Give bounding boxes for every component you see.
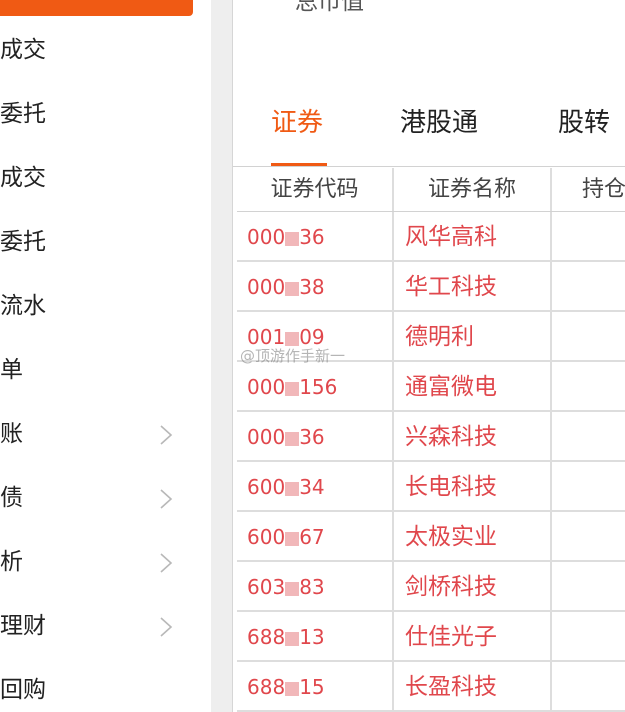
tab-hk-connect[interactable]: 港股通	[400, 106, 478, 140]
redaction	[285, 381, 300, 396]
holding-cell	[552, 562, 625, 610]
sidebar-item-label: 单	[0, 357, 23, 383]
sidebar-item-flow[interactable]: 流水	[0, 274, 211, 338]
sidebar-item-label: 流水	[0, 293, 46, 319]
tab-share-transfer[interactable]: 股转	[558, 106, 610, 140]
security-code: 600 67	[237, 512, 394, 560]
table-header: 证券代码 证券名称 持仓	[237, 168, 625, 212]
sidebar-item-label: 成交	[0, 165, 46, 191]
security-code: 000 156	[237, 362, 394, 410]
sidebar: 成交 委托 成交 委托 流水 单 账 债 析 理财 回购	[0, 0, 211, 712]
sidebar-item-label: 债	[0, 485, 23, 511]
table-row[interactable]: 000 36 风华高科	[237, 212, 625, 262]
holding-cell	[552, 212, 625, 260]
holding-cell	[552, 412, 625, 460]
security-name: 长电科技	[394, 462, 552, 510]
sidebar-divider	[211, 0, 232, 712]
security-name: 仕佳光子	[394, 612, 552, 660]
security-name: 风华高科	[394, 212, 552, 260]
sidebar-item-history-orders[interactable]: 委托	[0, 210, 211, 274]
table-row[interactable]: 688 13 仕佳光子	[237, 612, 625, 662]
table-row[interactable]: 001 09 德明利	[237, 312, 625, 362]
tab-securities[interactable]: 证券	[271, 106, 323, 140]
security-code: 000 36	[237, 412, 394, 460]
security-code: 688 13	[237, 612, 394, 660]
table-row[interactable]: 603 83 剑桥科技	[237, 562, 625, 612]
security-code: 000 36	[237, 212, 394, 260]
sidebar-item-statement[interactable]: 单	[0, 338, 211, 402]
holding-cell	[552, 512, 625, 560]
redaction	[285, 481, 300, 496]
chevron-right-icon	[160, 489, 173, 509]
sidebar-item-label: 账	[0, 421, 23, 447]
security-code: 000 38	[237, 262, 394, 310]
security-name: 长盈科技	[394, 662, 552, 710]
holding-cell	[552, 462, 625, 510]
redaction	[285, 681, 300, 696]
security-code: 688 15	[237, 662, 394, 710]
sidebar-item-bonds[interactable]: 债	[0, 466, 211, 530]
table-row[interactable]: 000 36 兴森科技	[237, 412, 625, 462]
chevron-right-icon	[160, 425, 173, 445]
holding-cell	[552, 662, 625, 710]
sidebar-item-wealth[interactable]: 理财	[0, 594, 211, 658]
holding-cell	[552, 612, 625, 660]
sidebar-item-label: 成交	[0, 37, 46, 63]
redaction	[285, 631, 300, 646]
sidebar-item-deals[interactable]: 成交	[0, 18, 211, 82]
holding-cell	[552, 262, 625, 310]
table-row[interactable]: 600 34 长电科技	[237, 462, 625, 512]
security-name: 华工科技	[394, 262, 552, 310]
security-name: 通富微电	[394, 362, 552, 410]
redaction	[285, 231, 300, 246]
security-code: 600 34	[237, 462, 394, 510]
positions-panel: 总市值 证券 港股通 股转 证券代码 证券名称 持仓 000 36 风华高科 00…	[232, 0, 625, 712]
security-name: 太极实业	[394, 512, 552, 560]
sidebar-item-account[interactable]: 账	[0, 402, 211, 466]
redaction	[285, 431, 300, 446]
sidebar-item-analysis[interactable]: 析	[0, 530, 211, 594]
sidebar-item-history-deals[interactable]: 成交	[0, 146, 211, 210]
security-name: 剑桥科技	[394, 562, 552, 610]
sidebar-active-item[interactable]	[0, 0, 193, 16]
security-name: 德明利	[394, 312, 552, 360]
tabs-divider	[233, 166, 625, 167]
table-row[interactable]: 000 38 华工科技	[237, 262, 625, 312]
redaction	[285, 331, 300, 346]
sidebar-item-label: 析	[0, 549, 23, 575]
holding-cell	[552, 312, 625, 360]
column-header-code[interactable]: 证券代码	[237, 168, 394, 211]
security-code: 603 83	[237, 562, 394, 610]
sidebar-item-orders[interactable]: 委托	[0, 82, 211, 146]
column-header-holding[interactable]: 持仓	[552, 168, 625, 211]
sidebar-item-label: 委托	[0, 101, 46, 127]
table-row[interactable]: 600 67 太极实业	[237, 512, 625, 562]
table-row[interactable]: 000 156 通富微电	[237, 362, 625, 412]
chevron-right-icon	[160, 553, 173, 573]
redaction	[285, 581, 300, 596]
chevron-right-icon	[160, 617, 173, 637]
redaction	[285, 281, 300, 296]
table-row[interactable]: 688 15 长盈科技	[237, 662, 625, 712]
total-market-value-label: 总市值	[295, 0, 364, 15]
holding-cell	[552, 362, 625, 410]
column-header-name[interactable]: 证券名称	[394, 168, 552, 211]
sidebar-item-repo[interactable]: 回购	[0, 658, 211, 712]
security-name: 兴森科技	[394, 412, 552, 460]
sidebar-item-label: 回购	[0, 677, 46, 703]
sidebar-item-label: 理财	[0, 613, 46, 639]
positions-table: 证券代码 证券名称 持仓 000 36 风华高科 000 38 华工科技 001 09…	[237, 168, 625, 712]
redaction	[285, 531, 300, 546]
sidebar-item-label: 委托	[0, 229, 46, 255]
security-code: 001 09	[237, 312, 394, 360]
